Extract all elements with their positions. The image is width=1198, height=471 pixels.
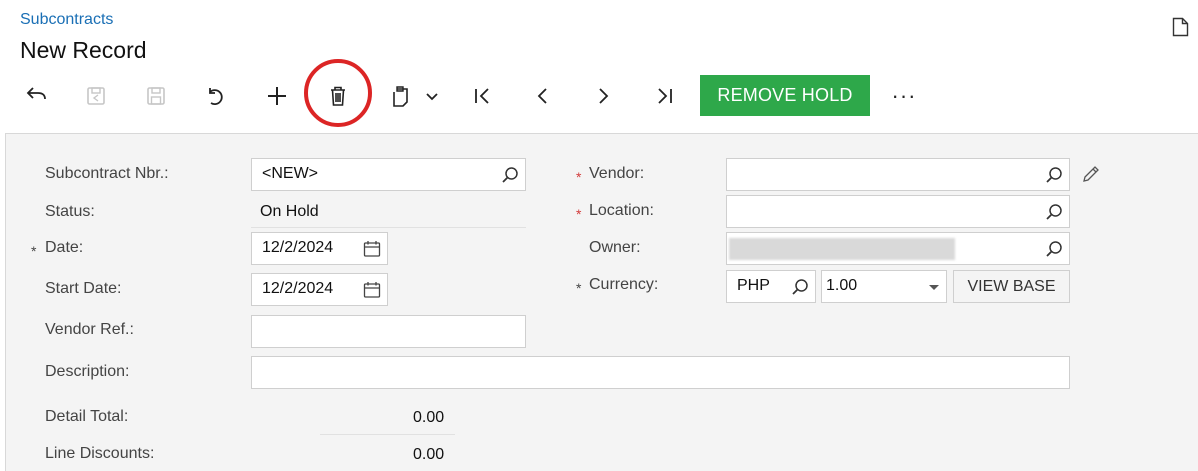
vendor-ref-field[interactable]	[251, 315, 526, 348]
start-date-label: Start Date:	[45, 280, 122, 297]
prev-record-icon[interactable]	[527, 80, 559, 112]
description-label: Description:	[45, 363, 130, 380]
description-field[interactable]	[251, 356, 1070, 389]
rate-value: 1.00	[826, 277, 858, 294]
add-icon[interactable]	[261, 80, 293, 112]
required-mark: *	[576, 169, 582, 185]
search-icon[interactable]	[791, 278, 809, 301]
undo-icon[interactable]	[200, 80, 232, 112]
date-field[interactable]: 12/2/2024	[251, 232, 388, 265]
edit-pencil-icon[interactable]	[1081, 164, 1101, 189]
calendar-icon[interactable]	[363, 281, 381, 304]
last-record-icon[interactable]	[648, 80, 680, 112]
document-icon[interactable]	[1172, 17, 1189, 42]
date-value: 12/2/2024	[262, 239, 334, 256]
subcontract-nbr-label: Subcontract Nbr.:	[45, 165, 169, 182]
highlight-circle	[304, 59, 372, 127]
location-field[interactable]	[726, 195, 1070, 228]
search-icon[interactable]	[501, 166, 519, 189]
save-icon[interactable]	[140, 80, 172, 112]
back-arrow-icon[interactable]	[20, 80, 52, 112]
status-label: Status:	[45, 203, 95, 220]
search-icon[interactable]	[1045, 240, 1063, 263]
search-icon[interactable]	[1045, 203, 1063, 226]
owner-value-redacted	[729, 238, 955, 260]
detail-total-label: Detail Total:	[45, 408, 129, 425]
more-icon[interactable]: ···	[888, 80, 920, 112]
save-close-icon[interactable]	[80, 80, 112, 112]
remove-hold-button[interactable]: REMOVE HOLD	[700, 75, 870, 116]
owner-field[interactable]	[726, 232, 1070, 265]
owner-label: Owner:	[589, 239, 641, 256]
required-mark: *	[576, 206, 582, 222]
detail-total-value: 0.00	[413, 409, 445, 426]
vendor-ref-label: Vendor Ref.:	[45, 321, 134, 338]
subcontract-nbr-field[interactable]: <NEW>	[251, 158, 526, 191]
search-icon[interactable]	[1045, 166, 1063, 189]
rate-select[interactable]: 1.00	[821, 270, 947, 303]
status-value: On Hold	[260, 203, 319, 220]
breadcrumb[interactable]: Subcontracts	[20, 11, 113, 29]
subcontract-nbr-value: <NEW>	[262, 165, 319, 182]
currency-field[interactable]: PHP	[726, 270, 816, 303]
currency-label: Currency:	[589, 276, 659, 293]
date-label: Date:	[45, 239, 84, 256]
copy-paste-icon[interactable]	[384, 80, 444, 112]
line-discounts-value: 0.00	[413, 446, 445, 463]
vendor-field[interactable]	[726, 158, 1070, 191]
required-mark: *	[31, 243, 37, 259]
currency-value: PHP	[737, 277, 770, 294]
first-record-icon[interactable]	[467, 80, 499, 112]
vendor-label: Vendor:	[589, 165, 645, 182]
required-mark: *	[576, 280, 582, 296]
view-base-button[interactable]: VIEW BASE	[953, 270, 1070, 303]
start-date-value: 12/2/2024	[262, 280, 334, 297]
detail-total-underline	[320, 434, 455, 435]
next-record-icon[interactable]	[587, 80, 619, 112]
page-title: New Record	[20, 37, 147, 63]
location-label: Location:	[589, 202, 654, 219]
line-discounts-label: Line Discounts:	[45, 445, 155, 462]
start-date-field[interactable]: 12/2/2024	[251, 273, 388, 306]
status-underline	[251, 227, 526, 228]
calendar-icon[interactable]	[363, 240, 381, 263]
chevron-down-icon[interactable]	[928, 280, 940, 298]
